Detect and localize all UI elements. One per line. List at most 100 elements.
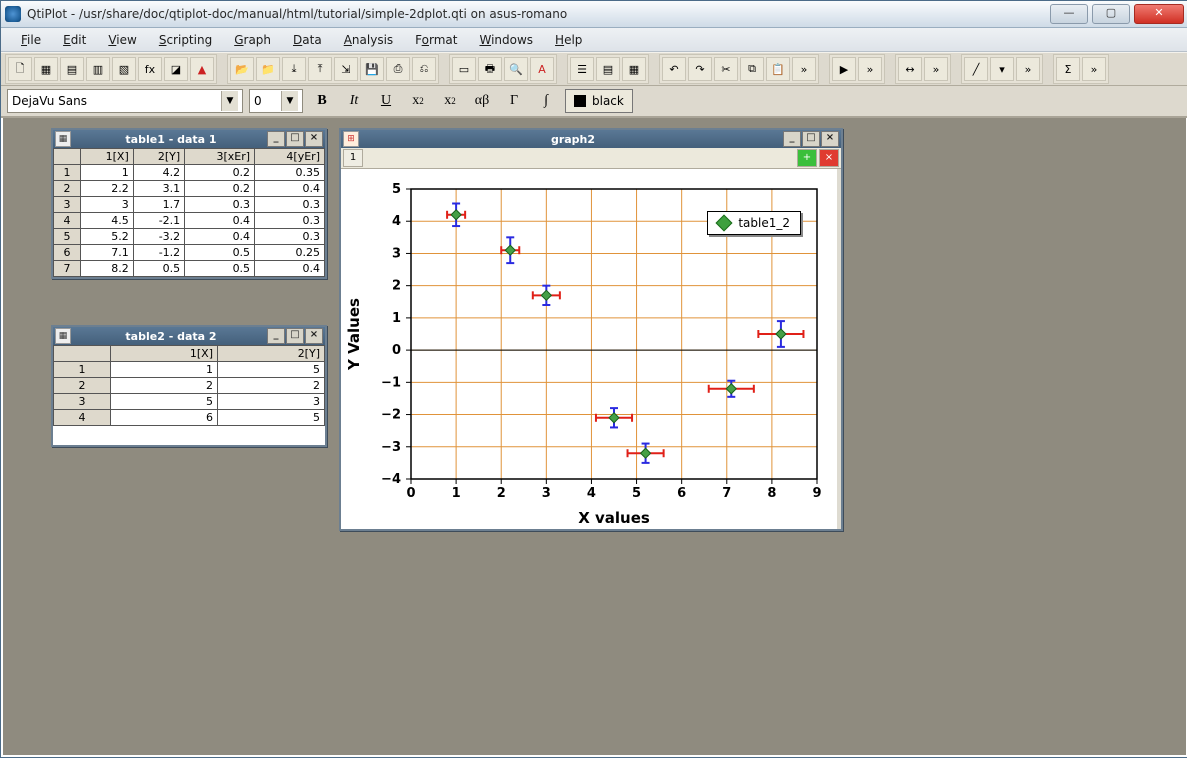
cell[interactable]: 2 <box>111 378 218 394</box>
row-header[interactable]: 2 <box>54 181 81 197</box>
print-icon[interactable]: 🖶 <box>478 57 502 81</box>
row-header[interactable]: 4 <box>54 410 111 426</box>
new-graph-icon[interactable]: ▧ <box>112 57 136 81</box>
cell[interactable]: 0.3 <box>255 229 325 245</box>
add-layer-button[interactable]: + <box>797 149 817 167</box>
table1-grid[interactable]: 1[X]2[Y]3[xEr]4[yEr]114.20.20.3522.23.10… <box>53 148 325 277</box>
menu-edit[interactable]: Edit <box>63 33 86 47</box>
col-header[interactable]: 1[X] <box>111 346 218 362</box>
underline-button[interactable]: U <box>373 89 399 113</box>
sigma-icon[interactable]: Σ <box>1056 57 1080 81</box>
table2-grid[interactable]: 1[X]2[Y]115222353465 <box>53 345 325 426</box>
copy-icon[interactable]: ⧉ <box>740 57 764 81</box>
new-note-icon[interactable]: ▥ <box>86 57 110 81</box>
row-header[interactable]: 7 <box>54 261 81 277</box>
table-row[interactable]: 78.20.50.50.4 <box>54 261 325 277</box>
table-row[interactable]: 55.2-3.20.40.3 <box>54 229 325 245</box>
close-button[interactable]: × <box>305 131 323 147</box>
more-sigma-icon[interactable]: » <box>1082 57 1106 81</box>
remove-layer-button[interactable]: × <box>819 149 839 167</box>
menu-scripting[interactable]: Scripting <box>159 33 212 47</box>
greek-lower-button[interactable]: αβ <box>469 89 495 113</box>
col-header[interactable]: 3[xEr] <box>185 149 255 165</box>
cell[interactable]: 5 <box>218 410 325 426</box>
table1-titlebar[interactable]: ▦ table1 - data 1 _ □ × <box>53 130 325 148</box>
minimize-button[interactable]: _ <box>267 328 285 344</box>
arrange-icon[interactable]: ↔ <box>898 57 922 81</box>
new-project-icon[interactable]: 🗋 <box>8 57 32 81</box>
window-graph2[interactable]: ⊞ graph2 _ □ × 1 + × 0123456789−4−3−2−10… <box>339 128 843 531</box>
cell[interactable]: 0.35 <box>255 165 325 181</box>
row-header[interactable]: 6 <box>54 245 81 261</box>
cell[interactable]: 0.2 <box>185 165 255 181</box>
duplicate-icon[interactable]: ▭ <box>452 57 476 81</box>
row-header[interactable]: 5 <box>54 229 81 245</box>
layer-button[interactable]: 1 <box>343 149 363 167</box>
chart-area[interactable]: 0123456789−4−3−2−1012345X valuesY Values… <box>341 169 837 529</box>
new-table-icon[interactable]: ▦ <box>34 57 58 81</box>
menu-graph[interactable]: Graph <box>234 33 271 47</box>
subscript-button[interactable]: x2 <box>437 89 463 113</box>
cell[interactable]: 8.2 <box>81 261 134 277</box>
font-size-combo[interactable]: 0 ▼ <box>249 89 303 113</box>
redo-icon[interactable]: ↷ <box>688 57 712 81</box>
table-row[interactable]: 115 <box>54 362 325 378</box>
cell[interactable]: 0.3 <box>255 197 325 213</box>
superscript-button[interactable]: x2 <box>405 89 431 113</box>
save-icon[interactable]: 💾 <box>360 57 384 81</box>
minimize-button[interactable]: _ <box>783 131 801 147</box>
row-header[interactable]: 3 <box>54 197 81 213</box>
cell[interactable]: 0.4 <box>255 261 325 277</box>
row-header[interactable]: 2 <box>54 378 111 394</box>
cell[interactable]: 3.1 <box>133 181 184 197</box>
close-button[interactable]: × <box>821 131 839 147</box>
cell[interactable]: 1.7 <box>133 197 184 213</box>
menu-format[interactable]: Format <box>415 33 457 47</box>
new-matrix-icon[interactable]: ▤ <box>60 57 84 81</box>
maximize-button[interactable]: □ <box>802 131 820 147</box>
maximize-button[interactable]: □ <box>286 328 304 344</box>
col-header[interactable]: 2[Y] <box>218 346 325 362</box>
menu-windows[interactable]: Windows <box>479 33 533 47</box>
script-window-icon[interactable]: ▦ <box>622 57 646 81</box>
legend[interactable]: table1_2 <box>707 211 801 235</box>
titlebar[interactable]: QtiPlot - /usr/share/doc/qtiplot-doc/man… <box>1 1 1187 28</box>
window-table2[interactable]: ▦ table2 - data 2 _ □ × 1[X]2[Y]11522235… <box>51 325 327 447</box>
more-edit-icon[interactable]: » <box>792 57 816 81</box>
import-db-icon[interactable]: ⤒ <box>308 57 332 81</box>
line-style-icon[interactable]: ╱ <box>964 57 988 81</box>
table-row[interactable]: 22.23.10.20.4 <box>54 181 325 197</box>
cell[interactable]: 7.1 <box>81 245 134 261</box>
cell[interactable]: 0.4 <box>185 229 255 245</box>
cell[interactable]: 4.5 <box>81 213 134 229</box>
bold-button[interactable]: B <box>309 89 335 113</box>
cell[interactable]: -3.2 <box>133 229 184 245</box>
integral-button[interactable]: ∫ <box>533 89 559 113</box>
menu-data[interactable]: Data <box>293 33 322 47</box>
cell[interactable]: 0.2 <box>185 181 255 197</box>
table-row[interactable]: 44.5-2.10.40.3 <box>54 213 325 229</box>
cell[interactable]: 0.4 <box>255 181 325 197</box>
table2-titlebar[interactable]: ▦ table2 - data 2 _ □ × <box>53 327 325 345</box>
more-arrange-icon[interactable]: » <box>924 57 948 81</box>
table-row[interactable]: 465 <box>54 410 325 426</box>
menu-help[interactable]: Help <box>555 33 582 47</box>
undo-icon[interactable]: ↶ <box>662 57 686 81</box>
col-header[interactable]: 1[X] <box>81 149 134 165</box>
results-log-icon[interactable]: ▤ <box>596 57 620 81</box>
table-row[interactable]: 331.70.30.3 <box>54 197 325 213</box>
row-header[interactable]: 3 <box>54 394 111 410</box>
export-pdf-icon[interactable]: A <box>530 57 554 81</box>
maximize-button[interactable]: ▢ <box>1092 4 1130 24</box>
cell[interactable]: -2.1 <box>133 213 184 229</box>
menu-file[interactable]: File <box>21 33 41 47</box>
cell[interactable]: 2 <box>218 378 325 394</box>
col-header[interactable]: 2[Y] <box>133 149 184 165</box>
run-icon[interactable]: ▶ <box>832 57 856 81</box>
cell[interactable]: 0.4 <box>185 213 255 229</box>
window-table1[interactable]: ▦ table1 - data 1 _ □ × 1[X]2[Y]3[xEr]4[… <box>51 128 327 279</box>
cell[interactable]: 0.5 <box>185 261 255 277</box>
cell[interactable]: 6 <box>111 410 218 426</box>
cell[interactable]: 2.2 <box>81 181 134 197</box>
save-as-icon[interactable]: ⎌ <box>412 57 436 81</box>
